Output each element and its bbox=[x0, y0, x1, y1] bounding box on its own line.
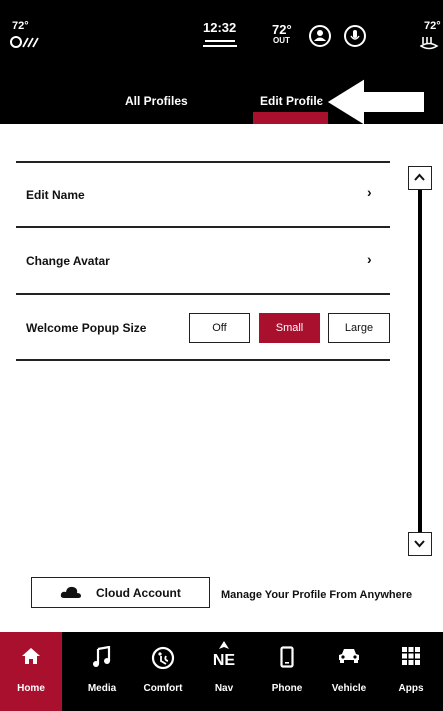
tab-edit-profile[interactable]: Edit Profile bbox=[260, 94, 323, 108]
scroll-up-button[interactable] bbox=[408, 166, 432, 190]
nav-vehicle[interactable]: Vehicle bbox=[318, 632, 380, 711]
scrollbar-track[interactable] bbox=[418, 190, 422, 532]
popup-size-large-button[interactable]: Large bbox=[328, 313, 390, 343]
comfort-icon bbox=[151, 646, 175, 670]
nav-phone[interactable]: Phone bbox=[256, 632, 318, 711]
popup-size-off-button[interactable]: Off bbox=[189, 313, 250, 343]
popup-size-label: Welcome Popup Size bbox=[26, 321, 147, 335]
heading-readout: NE bbox=[212, 652, 236, 669]
cloud-icon bbox=[60, 586, 81, 598]
nav-label: Comfort bbox=[143, 683, 183, 694]
edit-name-row[interactable]: Edit Name › bbox=[16, 162, 390, 226]
phone-icon bbox=[280, 646, 294, 668]
nav-comfort[interactable]: Comfort bbox=[132, 632, 194, 711]
apps-grid-icon bbox=[402, 647, 420, 665]
nav-label: Nav bbox=[214, 683, 234, 694]
clock: 12:32 bbox=[203, 20, 237, 35]
nav-home[interactable]: Home bbox=[0, 632, 62, 711]
status-bar: 72° 12:32 72° OUT 72° bbox=[0, 0, 443, 76]
change-avatar-label: Change Avatar bbox=[26, 254, 110, 268]
passenger-temp[interactable]: 72° bbox=[424, 20, 441, 32]
steering-heat-icon[interactable] bbox=[420, 35, 440, 51]
chevron-right-icon: › bbox=[367, 184, 372, 200]
scroll-down-button[interactable] bbox=[408, 532, 432, 556]
edit-profile-panel: Edit Name › Change Avatar › Welcome Popu… bbox=[0, 124, 443, 632]
car-icon bbox=[339, 649, 359, 663]
nav-apps[interactable]: Apps bbox=[380, 632, 442, 711]
nav-label: Media bbox=[87, 683, 117, 694]
cloud-account-button[interactable]: Cloud Account bbox=[31, 577, 210, 608]
change-avatar-row[interactable]: Change Avatar › bbox=[16, 227, 390, 293]
seat-heat-icon[interactable] bbox=[10, 35, 40, 49]
nav-label: Home bbox=[17, 683, 45, 694]
chevron-right-icon: › bbox=[367, 251, 372, 267]
nav-label: Apps bbox=[398, 683, 424, 694]
popup-size-small-button[interactable]: Small bbox=[259, 313, 320, 343]
nav-label: Vehicle bbox=[331, 683, 367, 694]
bottom-nav: Home Media Comfort NE Nav Phone Vehicle … bbox=[0, 632, 443, 711]
edit-name-label: Edit Name bbox=[26, 188, 85, 202]
home-icon bbox=[22, 648, 40, 664]
nav-label: Phone bbox=[271, 683, 303, 694]
divider bbox=[16, 293, 390, 295]
divider bbox=[203, 45, 237, 47]
divider bbox=[16, 359, 390, 361]
profile-icon[interactable] bbox=[309, 25, 331, 47]
nav-nav[interactable]: NE Nav bbox=[193, 632, 255, 711]
cloud-description: Manage Your Profile From Anywhere bbox=[221, 589, 413, 601]
outside-temp: 72° bbox=[272, 22, 292, 37]
driver-temp[interactable]: 72° bbox=[12, 20, 29, 32]
cloud-account-label: Cloud Account bbox=[96, 586, 181, 600]
nav-media[interactable]: Media bbox=[71, 632, 133, 711]
outside-label: OUT bbox=[273, 36, 290, 45]
divider bbox=[205, 40, 235, 42]
compass-icon bbox=[219, 641, 229, 649]
tab-active-indicator bbox=[253, 112, 328, 124]
tab-all-profiles[interactable]: All Profiles bbox=[125, 94, 188, 108]
microphone-icon[interactable] bbox=[344, 25, 366, 47]
music-note-icon bbox=[93, 646, 111, 667]
